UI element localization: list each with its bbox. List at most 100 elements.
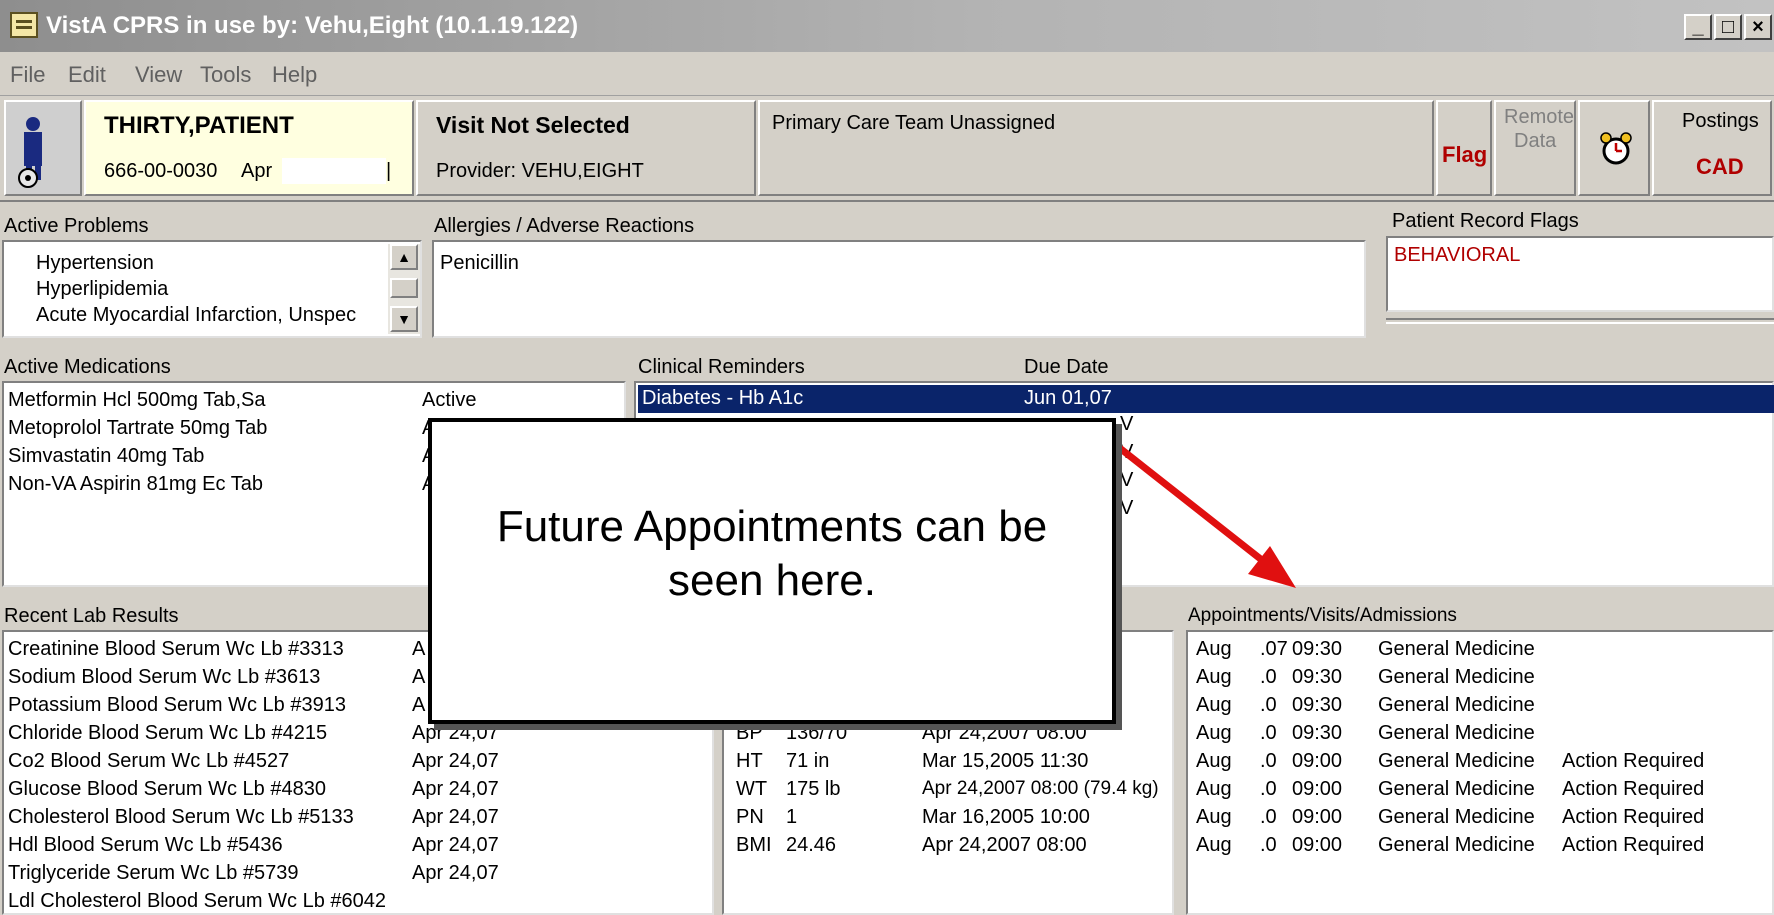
lab-name[interactable]: Creatinine Blood Serum Wc Lb #3313 bbox=[8, 638, 344, 661]
annotation-arrow bbox=[1108, 438, 1296, 588]
lab-name[interactable]: Chloride Blood Serum Wc Lb #4215 bbox=[8, 722, 327, 745]
problem-item[interactable]: Hypertension bbox=[36, 252, 154, 275]
menu-file[interactable]: File bbox=[10, 62, 45, 88]
lab-date: Apr 24,07 bbox=[412, 834, 499, 856]
lab-date: Apr 24,07 bbox=[412, 750, 499, 772]
data-label: Data bbox=[1514, 130, 1557, 152]
vital-date: Mar 16,2005 10:00 bbox=[922, 806, 1090, 828]
appt-clinic[interactable]: General Medicine bbox=[1378, 638, 1535, 661]
appointments-label: Appointments/Visits/Admissions bbox=[1188, 605, 1457, 626]
appt-status: Action Required bbox=[1562, 834, 1705, 856]
allergies-list[interactable]: Penicillin bbox=[432, 240, 1366, 338]
alarm-clock-button[interactable] bbox=[1578, 100, 1650, 196]
appt-clinic[interactable]: General Medicine bbox=[1378, 778, 1535, 801]
minimize-button[interactable]: _ bbox=[1684, 14, 1712, 40]
menu-view[interactable]: View bbox=[135, 62, 182, 88]
patient-header: THIRTY,PATIENT 666-00-0030 Apr | Visit N… bbox=[0, 96, 1774, 202]
reminder-name[interactable]: Diabetes - Hb A1c bbox=[642, 387, 803, 410]
close-button[interactable]: × bbox=[1744, 14, 1772, 40]
lab-name[interactable]: Potassium Blood Serum Wc Lb #3913 bbox=[8, 694, 346, 717]
lab-name[interactable]: Hdl Blood Serum Wc Lb #5436 bbox=[8, 834, 283, 857]
vital-code: HT bbox=[736, 750, 763, 772]
window-title-bar[interactable]: VistA CPRS in use by: Vehu,Eight (10.1.1… bbox=[0, 0, 1774, 52]
allergy-item[interactable]: Penicillin bbox=[440, 252, 519, 275]
appt-time: 09:00 bbox=[1292, 778, 1343, 800]
clinical-reminders-label: Clinical Reminders bbox=[638, 356, 805, 378]
appt-month: Aug bbox=[1196, 806, 1232, 828]
app-icon bbox=[10, 12, 38, 38]
lab-name[interactable]: Sodium Blood Serum Wc Lb #3613 bbox=[8, 666, 320, 689]
vital-value[interactable]: 1 bbox=[786, 806, 797, 829]
active-problems-list[interactable]: Hypertension Hyperlipidemia Acute Myocar… bbox=[2, 240, 422, 338]
menu-tools[interactable]: Tools bbox=[200, 62, 251, 88]
lab-name[interactable]: Cholesterol Blood Serum Wc Lb #5133 bbox=[8, 806, 354, 829]
appt-time: 09:30 bbox=[1292, 666, 1343, 688]
appt-status: Action Required bbox=[1562, 806, 1705, 828]
active-medications-label: Active Medications bbox=[4, 356, 171, 378]
cad-label: CAD bbox=[1696, 154, 1744, 179]
appt-month: Aug bbox=[1196, 638, 1232, 660]
lab-name[interactable]: Co2 Blood Serum Wc Lb #4527 bbox=[8, 750, 289, 773]
postings-button[interactable]: Postings CAD bbox=[1652, 100, 1772, 196]
patient-info-box[interactable]: THIRTY,PATIENT 666-00-0030 Apr | bbox=[84, 100, 414, 196]
active-problems-label: Active Problems bbox=[4, 215, 149, 237]
visit-info-box[interactable]: Visit Not Selected Provider: VEHU,EIGHT bbox=[416, 100, 756, 196]
vital-date: Apr 24,2007 08:00 (79.4 kg) bbox=[922, 778, 1159, 799]
lab-date: Apr 24,07 bbox=[412, 806, 499, 828]
patient-record-flags-list[interactable]: BEHAVIORAL bbox=[1386, 236, 1774, 312]
patient-icon-box[interactable] bbox=[4, 100, 82, 196]
menu-edit[interactable]: Edit bbox=[68, 62, 106, 88]
medication-name[interactable]: Simvastatin 40mg Tab bbox=[8, 445, 204, 468]
scroll-thumb[interactable] bbox=[390, 278, 418, 298]
scroll-down-arrow-icon[interactable]: ▼ bbox=[390, 306, 418, 332]
lab-date: Apr 24,07 bbox=[412, 778, 499, 800]
patient-ssn: 666-00-0030 bbox=[104, 160, 218, 182]
splitter[interactable] bbox=[1386, 318, 1774, 324]
maximize-button[interactable]: □ bbox=[1714, 14, 1742, 40]
lab-date: A bbox=[412, 638, 426, 660]
medication-name[interactable]: Non-VA Aspirin 81mg Ec Tab bbox=[8, 473, 263, 496]
vital-code: BMI bbox=[736, 834, 772, 856]
appt-month: Aug bbox=[1196, 834, 1232, 856]
appt-month: Aug bbox=[1196, 722, 1232, 744]
vital-value[interactable]: 136/70 bbox=[786, 722, 847, 745]
remote-label: Remote bbox=[1504, 106, 1575, 128]
appt-clinic[interactable]: General Medicine bbox=[1378, 834, 1535, 857]
menu-help[interactable]: Help bbox=[272, 62, 317, 88]
vital-value[interactable]: 175 lb bbox=[786, 778, 841, 801]
primary-care-team: Primary Care Team Unassigned bbox=[772, 112, 1056, 134]
appt-month: Aug bbox=[1196, 778, 1232, 800]
remote-data-button[interactable]: Remote Data bbox=[1494, 100, 1576, 196]
appt-status: Action Required bbox=[1562, 778, 1705, 800]
primary-care-box[interactable]: Primary Care Team Unassigned bbox=[758, 100, 1434, 196]
postings-label: Postings bbox=[1682, 110, 1759, 132]
scroll-up-arrow-icon[interactable]: ▲ bbox=[390, 244, 418, 270]
problem-item[interactable]: Hyperlipidemia bbox=[36, 278, 168, 301]
problem-item[interactable]: Acute Myocardial Infarction, Unspec bbox=[36, 304, 356, 327]
medication-name[interactable]: Metoprolol Tartrate 50mg Tab bbox=[8, 417, 267, 440]
appointments-list[interactable]: Aug .07 09:30 General Medicine Aug .0 09… bbox=[1186, 630, 1774, 915]
appt-clinic[interactable]: General Medicine bbox=[1378, 806, 1535, 829]
appt-clinic[interactable]: General Medicine bbox=[1378, 750, 1535, 773]
pipe-separator: | bbox=[386, 160, 392, 182]
problems-scrollbar[interactable]: ▲ ▼ bbox=[388, 244, 420, 334]
record-flag-item[interactable]: BEHAVIORAL bbox=[1394, 244, 1520, 267]
vital-value[interactable]: 24.46 bbox=[786, 834, 836, 857]
lab-name[interactable]: Ldl Cholesterol Blood Serum Wc Lb #6042 bbox=[8, 890, 386, 913]
medication-name[interactable]: Metformin Hcl 500mg Tab,Sa bbox=[8, 389, 266, 412]
appt-time: 09:00 bbox=[1292, 834, 1343, 856]
annotation-callout: Future Appointments can be seen here. bbox=[428, 418, 1116, 724]
appt-clinic[interactable]: General Medicine bbox=[1378, 722, 1535, 745]
vital-value[interactable]: 71 in bbox=[786, 750, 829, 773]
vital-date: Apr 24,2007 08:00 bbox=[922, 722, 1087, 744]
patient-person-icon bbox=[18, 117, 42, 188]
callout-line-2: seen here. bbox=[668, 556, 876, 605]
appt-day: .0 bbox=[1260, 778, 1277, 800]
reminder-selection[interactable] bbox=[638, 385, 1774, 413]
lab-name[interactable]: Triglyceride Serum Wc Lb #5739 bbox=[8, 862, 299, 885]
lab-name[interactable]: Glucose Blood Serum Wc Lb #4830 bbox=[8, 778, 326, 801]
visit-title: Visit Not Selected bbox=[436, 112, 630, 138]
appt-clinic[interactable]: General Medicine bbox=[1378, 694, 1535, 717]
flag-button[interactable]: Flag bbox=[1436, 100, 1492, 196]
appt-clinic[interactable]: General Medicine bbox=[1378, 666, 1535, 689]
